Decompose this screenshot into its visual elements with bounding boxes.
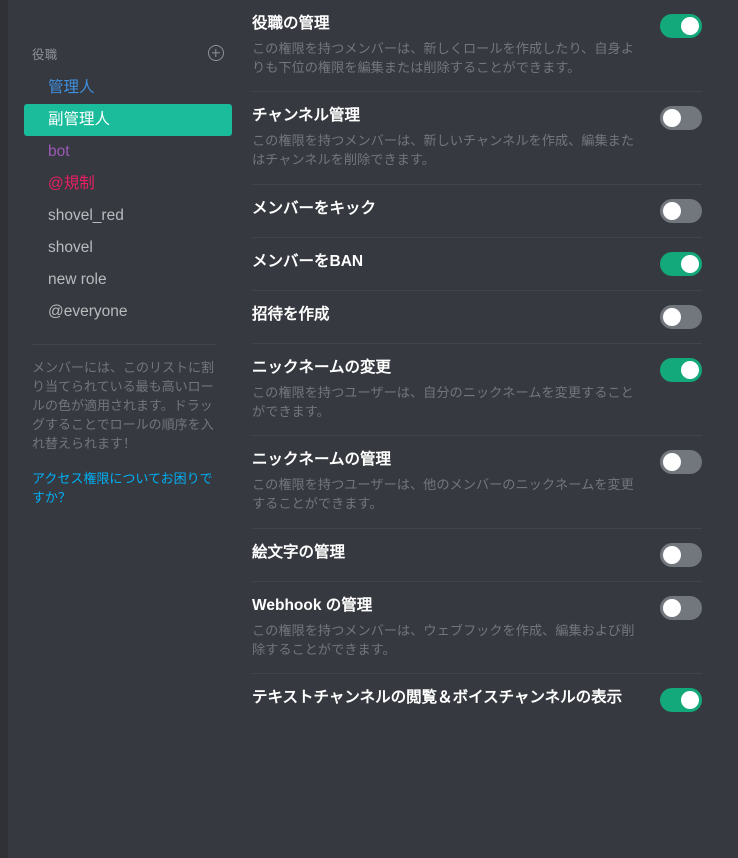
- role-permissions-screen: 役職 管理人副管理人 bot @規制 shovel_redshovel new role…: [0, 0, 738, 858]
- role-list-item[interactable]: @規制: [24, 168, 232, 200]
- permission-toggle[interactable]: [660, 595, 702, 620]
- permission-row-inner: メンバーをBAN: [252, 238, 702, 290]
- permission-texts: メンバーをキック: [252, 199, 660, 219]
- permission-row-inner: ニックネームの変更この権限を持つユーザーは、自分のニックネームを変更することがで…: [252, 344, 702, 435]
- permission-row-inner: チャンネル管理この権限を持つメンバーは、新しいチャンネルを作成、編集またはチャン…: [252, 92, 702, 183]
- permission-title: テキストチャンネルの閲覧＆ボイスチャンネルの表示: [252, 689, 623, 707]
- permission-row: メンバーをBAN: [252, 238, 702, 291]
- permission-texts: 役職の管理この権限を持つメンバーは、新しくロールを作成したり、自身よりも下位の権…: [252, 14, 660, 77]
- role-list-item-label: new role: [48, 271, 107, 289]
- permission-row: 絵文字の管理: [252, 529, 702, 582]
- permission-row: チャンネル管理この権限を持つメンバーは、新しいチャンネルを作成、編集またはチャン…: [252, 92, 702, 185]
- permission-toggle[interactable]: [660, 450, 702, 475]
- role-list-item[interactable]: 管理人: [24, 72, 232, 104]
- permission-row-inner: 役職の管理この権限を持つメンバーは、新しくロールを作成したり、自身よりも下位の権…: [252, 0, 702, 91]
- toggle-knob: [681, 360, 699, 379]
- permission-description: この権限を持つユーザーは、自分のニックネームを変更することができます。: [252, 384, 634, 419]
- permission-row-inner: ニックネームの管理この権限を持つユーザーは、他のメンバーのニックネームを変更する…: [252, 436, 702, 527]
- role-list-item[interactable]: 副管理人: [24, 104, 232, 136]
- permission-description: この権限を持つメンバーは、新しくロールを作成したり、自身よりも下位の権限を編集ま…: [252, 41, 634, 75]
- roles-sidebar: 役職 管理人副管理人 bot @規制 shovel_redshovel new role…: [8, 0, 240, 858]
- role-list: 管理人副管理人 bot @規制 shovel_redshovel new role @ev…: [8, 72, 240, 328]
- role-list-item[interactable]: shovel: [24, 232, 232, 264]
- role-list-item-label: @規制: [48, 175, 95, 193]
- role-list-item[interactable]: bot: [24, 136, 232, 168]
- permission-toggle[interactable]: [660, 106, 702, 131]
- permission-texts: メンバーをBAN: [252, 252, 660, 272]
- role-list-item-label: bot: [48, 143, 70, 161]
- permission-row: 招待を作成: [252, 291, 702, 344]
- permission-description: この権限を持つメンバーは、新しいチャンネルを作成、編集またはチャンネルを削除でき…: [252, 133, 635, 168]
- plus-circle-icon[interactable]: [208, 45, 224, 61]
- permission-row: Webhook の管理この権限を持つメンバーは、ウェブフックを作成、編集および削…: [252, 582, 702, 675]
- permission-row: ニックネームの管理この権限を持つユーザーは、他のメンバーのニックネームを変更する…: [252, 436, 702, 529]
- permission-row: テキストチャンネルの閲覧＆ボイスチャンネルの表示: [252, 674, 702, 726]
- permissions-panel: 役職の管理この権限を持つメンバーは、新しくロールを作成したり、自身よりも下位の権…: [240, 0, 738, 858]
- permission-toggle[interactable]: [660, 542, 702, 567]
- permission-toggle[interactable]: [660, 198, 702, 223]
- permission-toggle[interactable]: [660, 357, 702, 382]
- role-list-item[interactable]: shovel_red: [24, 200, 232, 232]
- permission-row: ニックネームの変更この権限を持つユーザーは、自分のニックネームを変更することがで…: [252, 344, 702, 437]
- role-list-item-label: @everyone: [48, 303, 128, 321]
- permission-title: 招待を作成: [252, 305, 330, 323]
- permission-texts: ニックネームの変更この権限を持つユーザーは、自分のニックネームを変更することがで…: [252, 358, 660, 421]
- permission-toggle[interactable]: [660, 688, 702, 713]
- permission-title: 役職の管理: [252, 15, 330, 32]
- window-left-edge: [0, 0, 8, 858]
- permission-description: この権限を持つユーザーは、他のメンバーのニックネームを変更することができます。: [252, 477, 634, 512]
- permission-title: メンバーをキック: [252, 199, 377, 217]
- permission-row-inner: テキストチャンネルの閲覧＆ボイスチャンネルの表示: [252, 674, 702, 726]
- permission-row-inner: メンバーをキック: [252, 185, 702, 237]
- permission-texts: 招待を作成: [252, 305, 660, 325]
- toggle-knob: [663, 453, 681, 472]
- toggle-knob: [663, 545, 681, 564]
- permission-title: ニックネームの変更: [252, 358, 392, 376]
- toggle-knob: [663, 109, 681, 128]
- roles-header: 役職: [8, 40, 240, 66]
- role-list-item-label: 副管理人: [48, 111, 111, 129]
- permission-row-inner: Webhook の管理この権限を持つメンバーは、ウェブフックを作成、編集および削…: [252, 582, 702, 673]
- role-list-item[interactable]: @everyone: [24, 296, 232, 328]
- toggle-knob: [681, 17, 699, 35]
- permission-toggle[interactable]: [660, 14, 702, 38]
- permission-toggle[interactable]: [660, 304, 702, 329]
- toggle-knob: [663, 201, 681, 220]
- role-list-item-label: shovel: [48, 239, 93, 257]
- permission-title: メンバーをBAN: [252, 252, 364, 270]
- toggle-knob: [663, 598, 681, 617]
- permission-row-inner: 招待を作成: [252, 291, 702, 343]
- permissions-help-link[interactable]: アクセス権限についてお困りですか？: [8, 454, 240, 508]
- roles-help-note: メンバーには、このリストに割り当てられている最も高いロールの色が適用されます。ド…: [32, 360, 215, 451]
- permission-title: ニックネームの管理: [252, 451, 392, 469]
- permission-texts: 絵文字の管理: [252, 543, 660, 563]
- role-list-item[interactable]: new role: [24, 264, 232, 296]
- permission-texts: チャンネル管理この権限を持つメンバーは、新しいチャンネルを作成、編集またはチャン…: [252, 106, 660, 169]
- permission-title: チャンネル管理: [252, 107, 361, 125]
- toggle-knob: [681, 691, 699, 710]
- permission-toggle[interactable]: [660, 251, 702, 276]
- roles-header-title: 役職: [32, 47, 58, 62]
- permission-description: この権限を持つメンバーは、ウェブフックを作成、編集および削除することができます。: [252, 622, 635, 657]
- permission-title: 絵文字の管理: [252, 543, 346, 561]
- permission-texts: Webhook の管理この権限を持つメンバーは、ウェブフックを作成、編集および削…: [252, 596, 660, 659]
- toggle-knob: [663, 307, 681, 326]
- role-list-item-label: 管理人: [48, 79, 95, 97]
- permission-title: Webhook の管理: [252, 596, 373, 614]
- permission-row: 役職の管理この権限を持つメンバーは、新しくロールを作成したり、自身よりも下位の権…: [252, 0, 702, 93]
- permission-texts: ニックネームの管理この権限を持つユーザーは、他のメンバーのニックネームを変更する…: [252, 450, 660, 513]
- permission-texts: テキストチャンネルの閲覧＆ボイスチャンネルの表示: [252, 688, 660, 708]
- role-list-item-label: shovel_red: [48, 207, 124, 225]
- permission-row-inner: 絵文字の管理: [252, 529, 702, 581]
- permission-row: メンバーをキック: [252, 185, 702, 238]
- toggle-knob: [681, 254, 699, 273]
